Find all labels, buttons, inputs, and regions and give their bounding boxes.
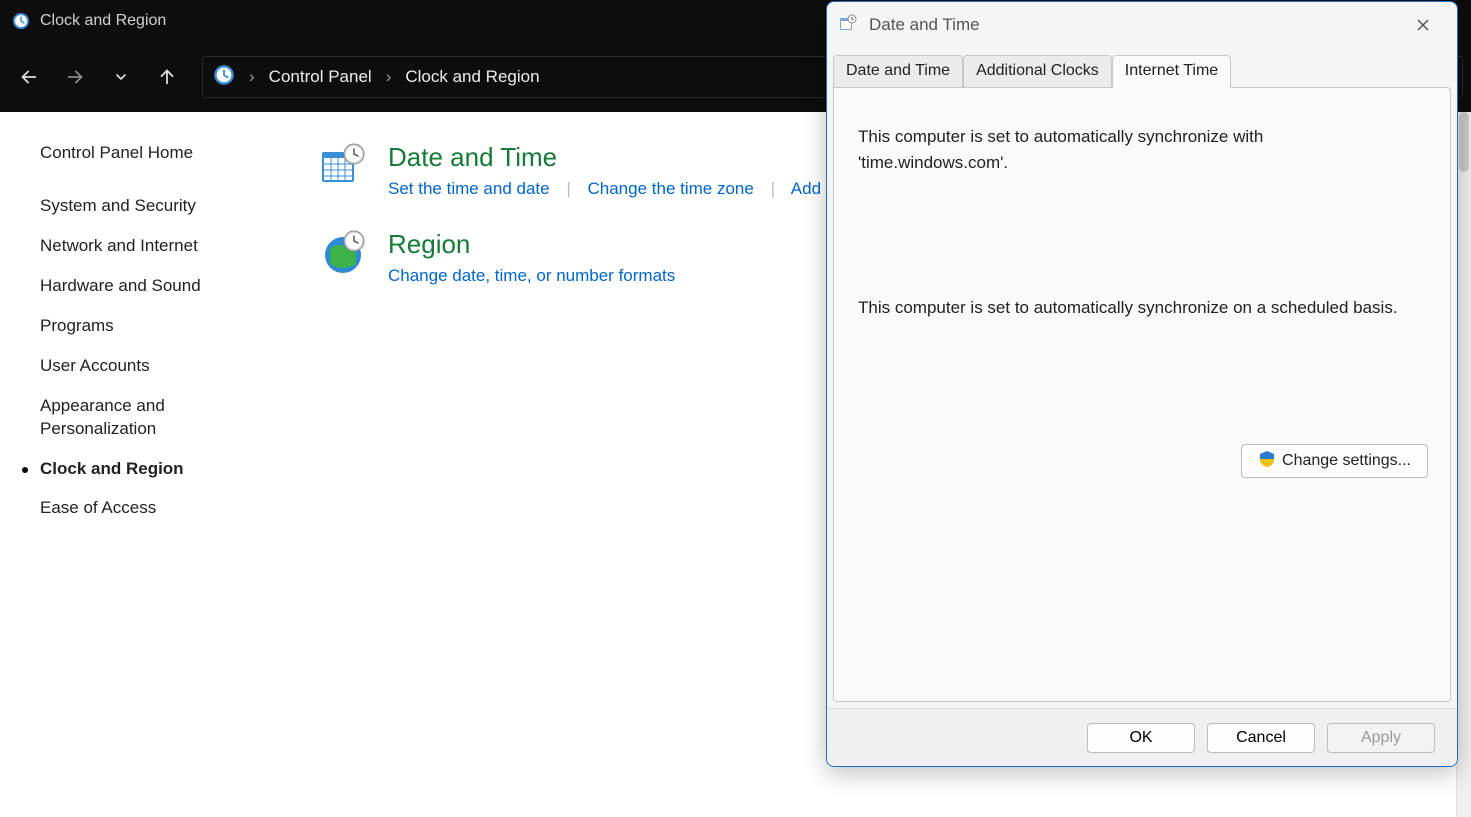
dialog-titlebar: Date and Time	[827, 2, 1457, 48]
clock-region-icon	[12, 12, 30, 30]
cancel-button[interactable]: Cancel	[1207, 723, 1315, 753]
link-separator: |	[759, 179, 787, 198]
ok-button[interactable]: OK	[1087, 723, 1195, 753]
nav-back-button[interactable]	[8, 56, 50, 98]
link-separator: |	[554, 179, 582, 198]
sidebar-item-hardware-and-sound[interactable]: Hardware and Sound	[40, 275, 270, 298]
dialog-tabs: Date and Time Additional Clocks Internet…	[827, 54, 1457, 87]
sync-server-message: This computer is set to automatically sy…	[858, 124, 1418, 175]
category-title-date-and-time[interactable]: Date and Time	[388, 142, 821, 173]
calendar-clock-icon	[839, 14, 857, 37]
link-change-time-zone[interactable]: Change the time zone	[588, 179, 754, 198]
globe-clock-icon	[320, 229, 366, 275]
sidebar: Control Panel Home System and Security N…	[0, 112, 290, 817]
breadcrumb-root[interactable]: Control Panel	[269, 67, 372, 87]
dialog-close-button[interactable]	[1401, 9, 1445, 41]
sidebar-item-appearance-personalization[interactable]: Appearance and Personalization	[40, 395, 270, 441]
link-change-formats[interactable]: Change date, time, or number formats	[388, 266, 675, 285]
nav-history-button[interactable]	[100, 56, 142, 98]
apply-button[interactable]: Apply	[1327, 723, 1435, 753]
chevron-right-icon: ›	[382, 67, 396, 87]
sync-schedule-message: This computer is set to automatically sy…	[858, 295, 1418, 321]
sidebar-item-user-accounts[interactable]: User Accounts	[40, 355, 270, 378]
tab-date-and-time[interactable]: Date and Time	[833, 55, 963, 88]
chevron-right-icon: ›	[245, 67, 259, 87]
tab-additional-clocks[interactable]: Additional Clocks	[963, 55, 1112, 88]
link-add-clocks[interactable]: Add	[791, 179, 821, 198]
tab-internet-time[interactable]: Internet Time	[1112, 55, 1231, 88]
clock-region-icon	[213, 64, 235, 91]
change-settings-button[interactable]: Change settings...	[1241, 444, 1428, 478]
scrollbar[interactable]	[1456, 112, 1471, 817]
change-settings-label: Change settings...	[1282, 452, 1411, 470]
sidebar-item-network-and-internet[interactable]: Network and Internet	[40, 235, 270, 258]
category-title-region[interactable]: Region	[388, 229, 675, 260]
sidebar-item-clock-and-region[interactable]: Clock and Region	[40, 458, 270, 481]
internet-time-panel: This computer is set to automatically sy…	[833, 87, 1451, 702]
uac-shield-icon	[1258, 450, 1276, 473]
dialog-button-row: OK Cancel Apply	[827, 708, 1457, 766]
scrollbar-thumb[interactable]	[1459, 112, 1469, 172]
sidebar-item-programs[interactable]: Programs	[40, 315, 270, 338]
sidebar-item-control-panel-home[interactable]: Control Panel Home	[40, 142, 270, 165]
link-set-time-and-date[interactable]: Set the time and date	[388, 179, 550, 198]
nav-forward-button[interactable]	[54, 56, 96, 98]
nav-up-button[interactable]	[146, 56, 188, 98]
dialog-title: Date and Time	[869, 15, 980, 35]
sidebar-item-system-and-security[interactable]: System and Security	[40, 195, 270, 218]
sidebar-item-ease-of-access[interactable]: Ease of Access	[40, 497, 270, 520]
date-and-time-dialog: Date and Time Date and Time Additional C…	[826, 1, 1458, 767]
breadcrumb-current[interactable]: Clock and Region	[405, 67, 539, 87]
calendar-clock-icon	[320, 142, 366, 188]
window-title: Clock and Region	[40, 12, 166, 30]
